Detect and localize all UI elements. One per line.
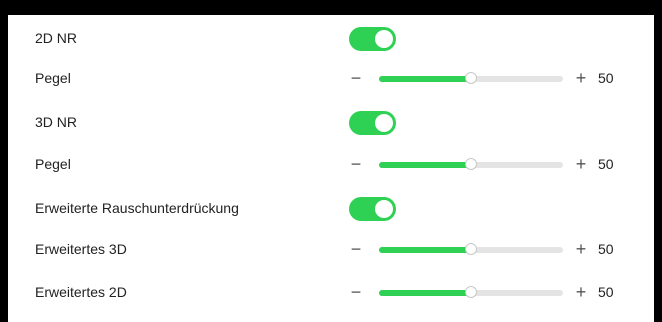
2d-nr-label: 2D NR xyxy=(35,30,78,46)
slider-thumb[interactable] xyxy=(465,72,477,84)
slider-thumb[interactable] xyxy=(465,243,477,255)
advanced-2d-slider[interactable] xyxy=(379,286,563,298)
advanced-noise-reduction-label: Erweiterte Rauschunterdrückung xyxy=(35,200,239,216)
toggle-knob xyxy=(375,200,393,218)
2d-nr-level-decrease-button[interactable]: − xyxy=(346,63,366,93)
row-3d-nr-level: Pegel − + 50 xyxy=(8,149,654,179)
3d-nr-label: 3D NR xyxy=(35,114,78,130)
3d-nr-level-increase-button[interactable]: + xyxy=(571,149,591,179)
row-3d-nr: 3D NR xyxy=(8,107,654,137)
advanced-noise-reduction-toggle[interactable] xyxy=(349,197,396,221)
noise-reduction-settings-panel: 2D NR Pegel − + 50 3D NR Pegel − + 50 Er… xyxy=(8,15,654,322)
row-2d-nr: 2D NR xyxy=(8,23,654,53)
advanced-3d-increase-button[interactable]: + xyxy=(571,234,591,264)
slider-fill xyxy=(379,290,471,296)
advanced-3d-slider[interactable] xyxy=(379,243,563,255)
advanced-2d-increase-button[interactable]: + xyxy=(571,277,591,307)
row-2d-nr-level: Pegel − + 50 xyxy=(8,63,654,93)
3d-nr-level-slider[interactable] xyxy=(379,158,563,170)
2d-nr-level-value: 50 xyxy=(598,70,614,86)
advanced-2d-decrease-button[interactable]: − xyxy=(346,277,366,307)
advanced-2d-value: 50 xyxy=(598,284,614,300)
toggle-knob xyxy=(375,30,393,48)
advanced-3d-decrease-button[interactable]: − xyxy=(346,234,366,264)
slider-fill xyxy=(379,247,471,253)
advanced-3d-value: 50 xyxy=(598,241,614,257)
slider-fill xyxy=(379,162,471,168)
2d-nr-level-increase-button[interactable]: + xyxy=(571,63,591,93)
slider-fill xyxy=(379,76,471,82)
toggle-knob xyxy=(375,114,393,132)
row-advanced-3d: Erweitertes 3D − + 50 xyxy=(8,234,654,264)
2d-nr-toggle[interactable] xyxy=(349,27,396,51)
advanced-3d-label: Erweitertes 3D xyxy=(35,241,127,257)
advanced-2d-label: Erweitertes 2D xyxy=(35,284,127,300)
row-advanced-noise-reduction: Erweiterte Rauschunterdrückung xyxy=(8,193,654,223)
2d-nr-level-slider[interactable] xyxy=(379,72,563,84)
slider-thumb[interactable] xyxy=(465,158,477,170)
3d-nr-level-value: 50 xyxy=(598,156,614,172)
3d-nr-level-decrease-button[interactable]: − xyxy=(346,149,366,179)
2d-nr-level-label: Pegel xyxy=(35,70,71,86)
3d-nr-level-label: Pegel xyxy=(35,156,71,172)
3d-nr-toggle[interactable] xyxy=(349,111,396,135)
row-advanced-2d: Erweitertes 2D − + 50 xyxy=(8,277,654,307)
slider-thumb[interactable] xyxy=(465,286,477,298)
